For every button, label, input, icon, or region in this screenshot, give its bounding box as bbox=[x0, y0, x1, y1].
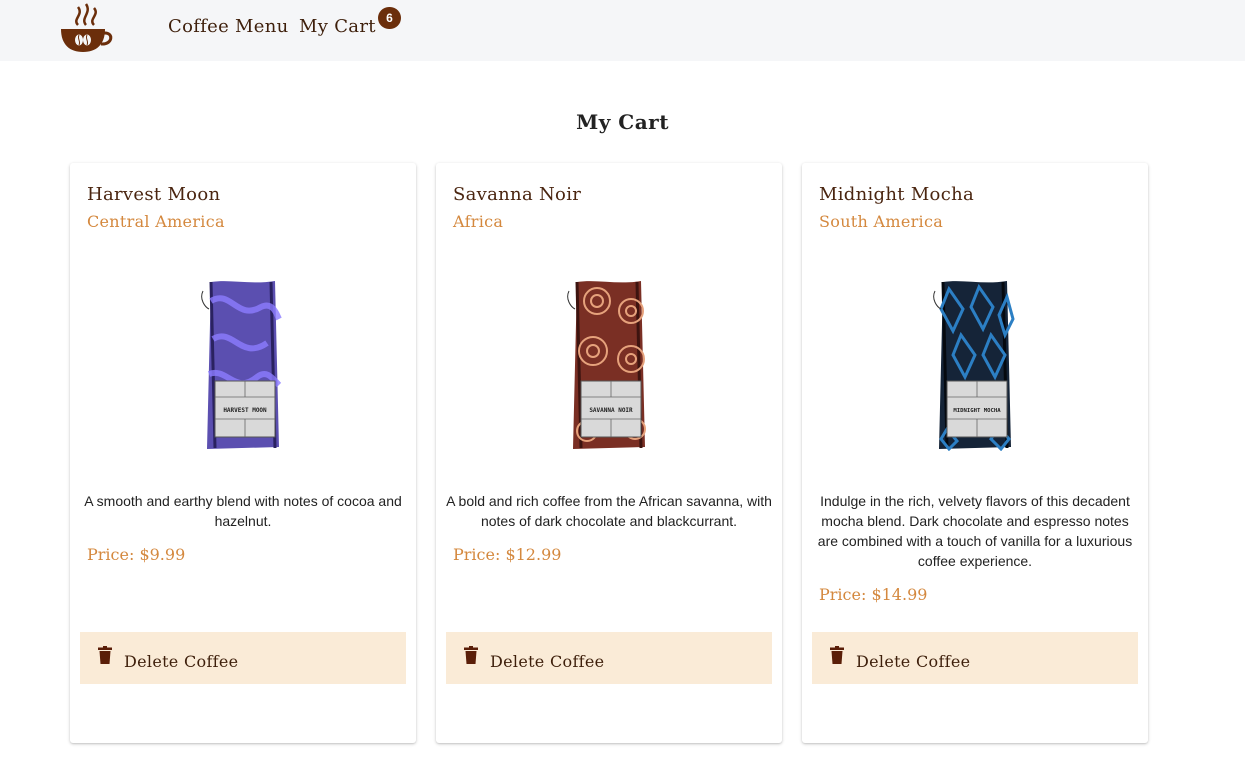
delete-coffee-button[interactable]: Delete Coffee bbox=[80, 632, 406, 684]
nav-coffee-menu-link[interactable]: Coffee Menu bbox=[168, 16, 289, 37]
coffee-origin: South America bbox=[819, 212, 944, 231]
cart-item-card: Savanna Noir Africa SAVANNA NOIR A bold … bbox=[436, 163, 782, 743]
delete-coffee-label: Delete Coffee bbox=[490, 652, 605, 671]
coffee-name: Midnight Mocha bbox=[819, 184, 975, 205]
coffee-price: Price: $14.99 bbox=[819, 585, 928, 604]
coffee-description: A bold and rich coffee from the African … bbox=[446, 493, 772, 529]
delete-coffee-button[interactable]: Delete Coffee bbox=[812, 632, 1138, 684]
cart-item-card: Midnight Mocha South America MIDNIGHT MO… bbox=[802, 163, 1148, 743]
svg-text:MIDNIGHT MOCHA: MIDNIGHT MOCHA bbox=[953, 408, 1001, 414]
coffee-bag-image: SAVANNA NOIR bbox=[567, 281, 646, 449]
delete-coffee-label: Delete Coffee bbox=[124, 652, 239, 671]
coffee-description: Indulge in the rich, velvety flavors of … bbox=[817, 493, 1133, 569]
coffee-price: Price: $12.99 bbox=[453, 545, 562, 564]
navbar: Coffee Menu My Cart 6 bbox=[0, 0, 1245, 61]
coffee-name: Savanna Noir bbox=[453, 184, 582, 205]
coffee-price: Price: $9.99 bbox=[87, 545, 186, 564]
nav-my-cart-link[interactable]: My Cart bbox=[299, 16, 376, 37]
coffee-description: A smooth and earthy blend with notes of … bbox=[84, 493, 402, 529]
coffee-origin: Africa bbox=[453, 212, 504, 231]
cart-count-badge: 6 bbox=[378, 7, 401, 29]
trash-icon bbox=[464, 646, 478, 664]
trash-icon bbox=[830, 646, 844, 664]
svg-text:HARVEST MOON: HARVEST MOON bbox=[223, 407, 267, 414]
coffee-bag-image: MIDNIGHT MOCHA bbox=[933, 281, 1015, 451]
svg-text:SAVANNA NOIR: SAVANNA NOIR bbox=[589, 407, 633, 414]
coffee-origin: Central America bbox=[87, 212, 225, 231]
trash-icon bbox=[98, 646, 112, 664]
coffee-bag-image: HARVEST MOON bbox=[201, 281, 282, 449]
cart-item-card: Harvest Moon Central America HARVEST MOO… bbox=[70, 163, 416, 743]
page-title: My Cart bbox=[576, 110, 669, 134]
coffee-name: Harvest Moon bbox=[87, 184, 221, 205]
coffee-cup-logo-icon[interactable] bbox=[58, 3, 114, 55]
delete-coffee-label: Delete Coffee bbox=[856, 652, 971, 671]
delete-coffee-button[interactable]: Delete Coffee bbox=[446, 632, 772, 684]
